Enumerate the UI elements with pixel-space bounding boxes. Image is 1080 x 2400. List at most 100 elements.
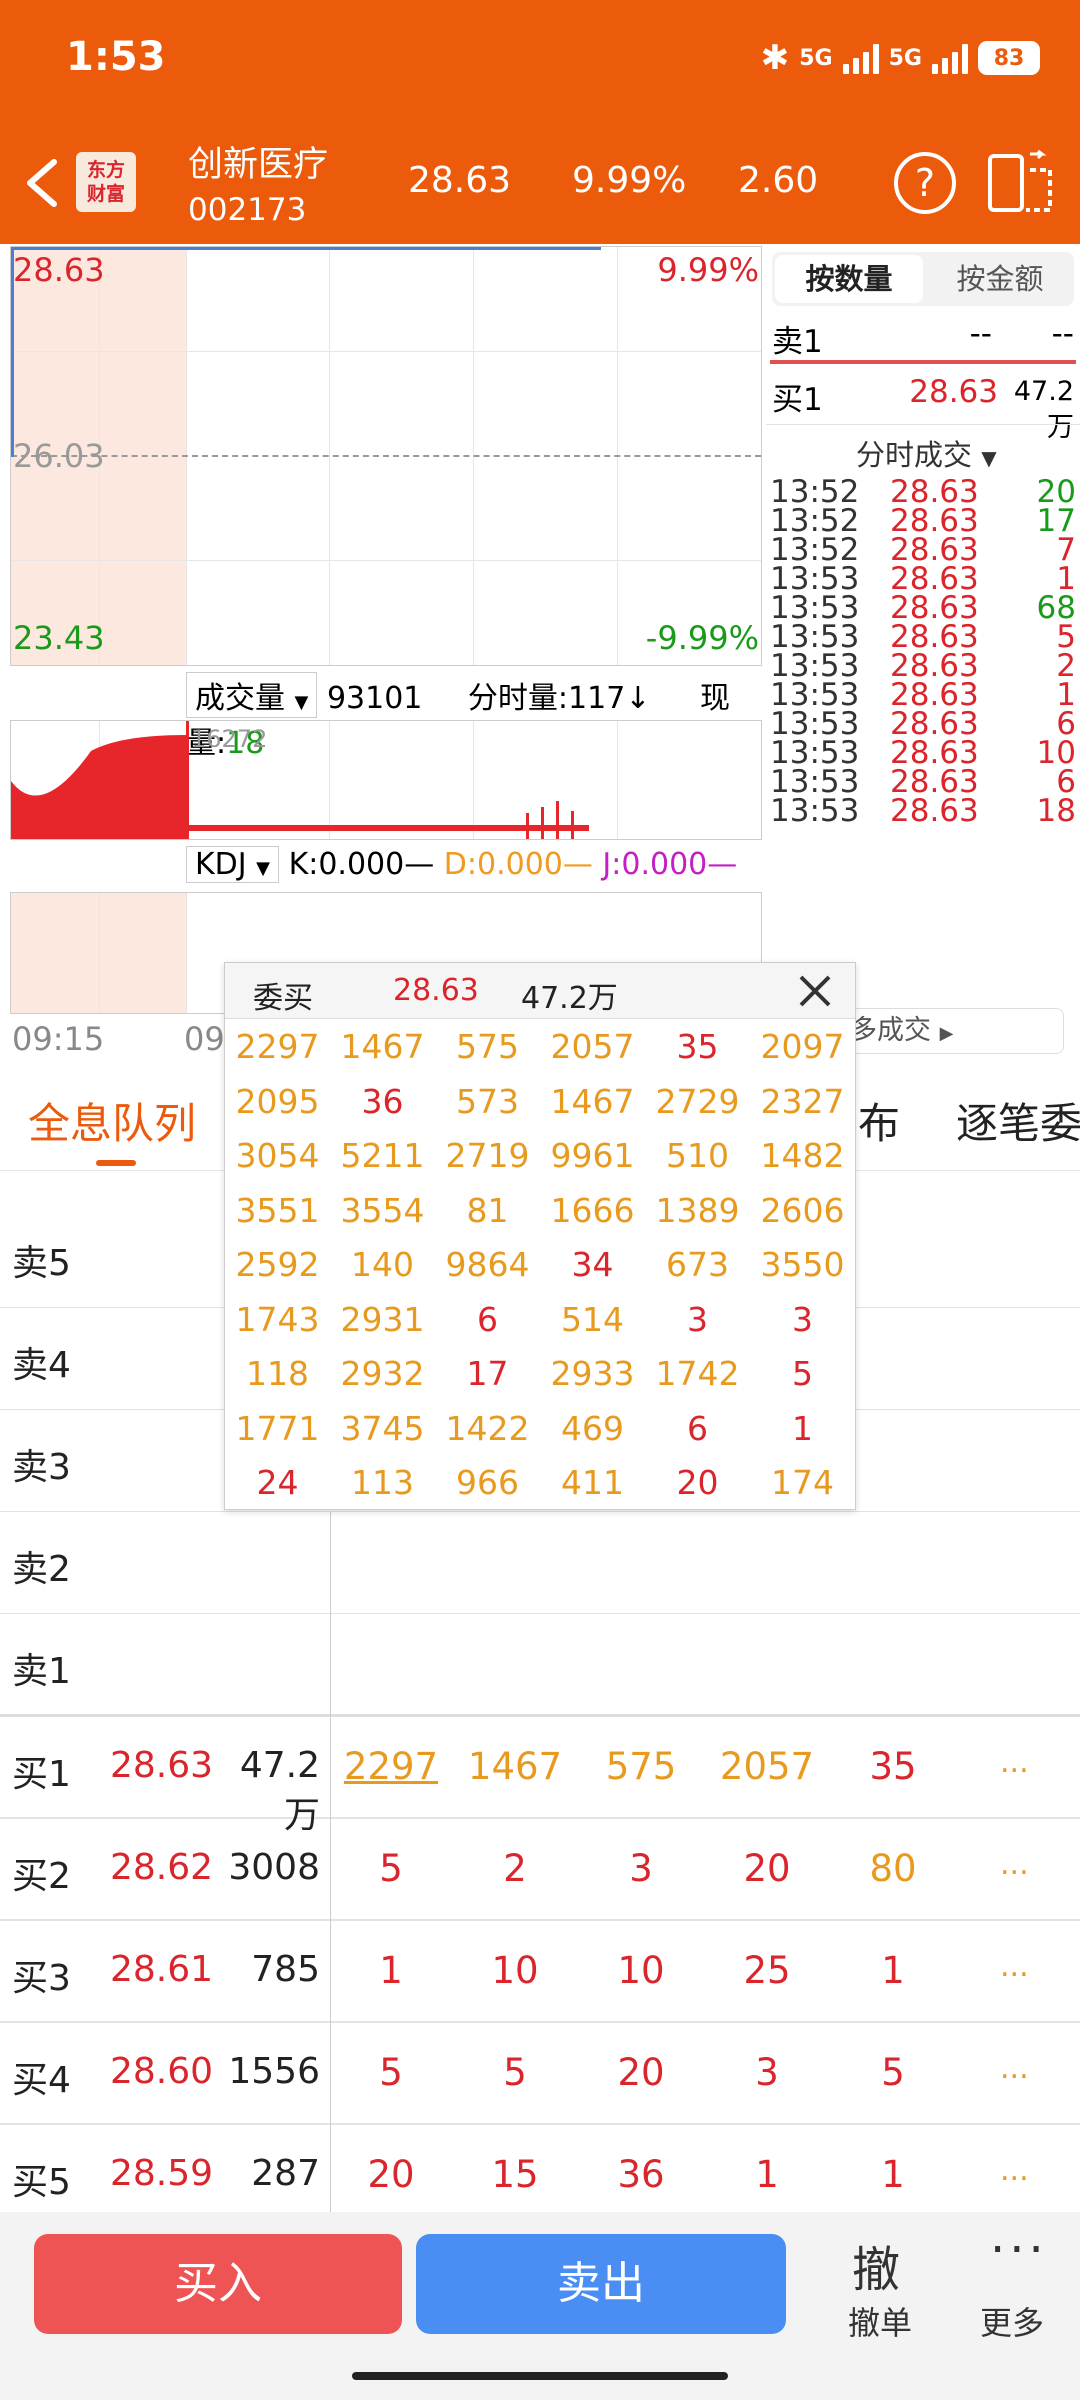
- kdj-k: K:0.000: [288, 847, 405, 882]
- queue-order-volume[interactable]: 10: [586, 1949, 696, 1992]
- buy-button[interactable]: 买入: [34, 2234, 402, 2334]
- close-icon[interactable]: [793, 969, 837, 1013]
- queue-order-volume[interactable]: 5: [336, 1847, 446, 1890]
- popup-queue-cell: 5: [792, 1354, 813, 1393]
- volume-chart[interactable]: 16272: [10, 720, 762, 840]
- queue-more-button[interactable]: ...: [1000, 1745, 1029, 1780]
- sell1-price: --: [969, 316, 992, 352]
- popup-header: 委买 28.63 47.2万: [225, 963, 855, 1019]
- queue-order-volume[interactable]: 1: [336, 1949, 446, 1992]
- network-label-1: 5G: [799, 45, 833, 71]
- volume-selector[interactable]: 成交量 ▼: [186, 672, 318, 718]
- queue-order-volume[interactable]: 5: [838, 2051, 948, 2094]
- cancel-order-label[interactable]: 撤单: [848, 2298, 912, 2344]
- sell1-row: 卖1 -- --: [772, 316, 1074, 361]
- queue-more-button[interactable]: ...: [1000, 2051, 1029, 2086]
- bluetooth-icon: ✱: [760, 38, 790, 78]
- sell-button[interactable]: 卖出: [416, 2234, 786, 2334]
- queue-order-volume[interactable]: 20: [712, 1847, 822, 1890]
- kdj-d: D:0.000: [443, 847, 563, 882]
- header-change-percent: 9.99%: [572, 160, 687, 201]
- order-book-buy-row[interactable]: 买2 28.62 3008 5 2 3 20 80...: [0, 1819, 1080, 1921]
- cancel-order-icon[interactable]: 撤: [852, 2230, 900, 2300]
- buy-queue-popup: 委买 28.63 47.2万 2297 1467 575 2057 35 2097 2095…: [224, 962, 856, 1510]
- queue-order-volume[interactable]: 2057: [712, 1745, 822, 1788]
- popup-queue-cell: 966: [456, 1463, 519, 1502]
- tab-each-order[interactable]: 逐笔委: [956, 1090, 1080, 1151]
- queue-order-volume[interactable]: 35: [838, 1745, 948, 1788]
- min-price-label: 23.43: [13, 619, 105, 657]
- volume-max-label: 16272: [191, 725, 268, 753]
- more-icon[interactable]: ···: [990, 2222, 1048, 2278]
- back-arrow-icon[interactable]: [18, 150, 68, 216]
- popup-queue-cell: 1467: [550, 1081, 635, 1121]
- tab-distribution[interactable]: 布: [858, 1090, 900, 1151]
- queue-order-volume[interactable]: 3: [712, 2051, 822, 2094]
- prev-close-label: 26.03: [13, 437, 105, 475]
- buy-level-price: 28.63: [110, 1745, 214, 1786]
- popup-queue-cell: 174: [771, 1463, 834, 1502]
- queue-order-volume[interactable]: 80: [838, 1847, 948, 1890]
- stock-code: 002173: [188, 192, 307, 228]
- popup-queue-cell: 1743: [235, 1299, 320, 1339]
- tick-time: 13:53: [770, 793, 860, 829]
- popup-queue-cell: 36: [361, 1081, 404, 1121]
- queue-order-volume[interactable]: 1467: [460, 1745, 570, 1788]
- popup-queue-cell: 1771: [235, 1408, 320, 1448]
- popup-queue-cell: 673: [666, 1245, 729, 1284]
- queue-more-button[interactable]: ...: [1000, 1949, 1029, 1984]
- time-axis-start: 09:15: [12, 1020, 105, 1058]
- popup-queue-cell: 469: [561, 1408, 624, 1448]
- tab-quantity[interactable]: 按数量: [775, 255, 923, 303]
- order-book-buy-row[interactable]: 买3 28.61 785 1 10 10 25 1...: [0, 1921, 1080, 2023]
- popup-queue-cell: 24: [256, 1463, 299, 1502]
- queue-order-volume[interactable]: 15: [460, 2153, 570, 2196]
- logo-line2: 财富: [86, 183, 125, 205]
- kdj-j-line: —: [707, 847, 738, 882]
- queue-order-volume[interactable]: 3: [586, 1847, 696, 1890]
- switch-landscape-icon[interactable]: [986, 150, 1058, 216]
- queue-order-volume[interactable]: 20: [336, 2153, 446, 2196]
- queue-order-volume[interactable]: 575: [586, 1745, 696, 1788]
- ticks-title[interactable]: 分时成交 ▼: [856, 432, 997, 474]
- tab-amount[interactable]: 按金额: [926, 252, 1074, 306]
- popup-queue-cell: 2932: [340, 1354, 425, 1393]
- popup-queue-cell: 3554: [340, 1190, 425, 1230]
- popup-queue-cell: 3: [792, 1299, 813, 1339]
- queue-order-volume[interactable]: 5: [336, 2051, 446, 2094]
- queue-order-volume[interactable]: 25: [712, 1949, 822, 1992]
- tab-full-queue[interactable]: 全息队列: [28, 1090, 196, 1151]
- queue-order-volume[interactable]: 20: [586, 2051, 696, 2094]
- popup-queue-cell: 411: [561, 1463, 624, 1502]
- popup-queue-cell: 35: [676, 1027, 719, 1066]
- queue-order-volume[interactable]: 1: [838, 1949, 948, 1992]
- order-book-buy-row[interactable]: 买4 28.60 1556 5 5 20 3 5...: [0, 2023, 1080, 2125]
- order-book-buy-row[interactable]: 买1 28.63 47.2万 2297 1467 575 2057 35...: [0, 1717, 1080, 1836]
- buy-level-price: 28.61: [110, 1949, 214, 1990]
- kdj-k-line: —: [404, 847, 435, 882]
- more-label[interactable]: 更多: [980, 2298, 1044, 2344]
- buy-level-volume: 785: [251, 1949, 320, 1990]
- price-chart[interactable]: 28.63 9.99% 26.03 23.43 -9.99%: [10, 246, 762, 666]
- queue-order-volume[interactable]: 1: [712, 2153, 822, 2196]
- order-book-sell-row[interactable]: 卖2: [0, 1512, 1080, 1614]
- min-pct-label: -9.99%: [645, 619, 759, 657]
- indicator-selector[interactable]: KDJ ▼: [186, 846, 280, 883]
- queue-order-volume[interactable]: 2297: [336, 1745, 446, 1788]
- popup-queue-cell: 113: [351, 1463, 414, 1502]
- queue-more-button[interactable]: ...: [1000, 1847, 1029, 1882]
- order-book-sell-row[interactable]: 卖1: [0, 1614, 1080, 1716]
- popup-queue-cell: 2933: [550, 1354, 635, 1393]
- help-icon[interactable]: ?: [894, 152, 956, 214]
- app-root: 1:53 ✱ 5G 5G 83 东方 财富 创新医疗 002173 28.63 9…: [0, 0, 1080, 2400]
- sell-level-label: 卖4: [12, 1345, 71, 1386]
- queue-order-volume[interactable]: 10: [460, 1949, 570, 1992]
- queue-order-volume[interactable]: 5: [460, 2051, 570, 2094]
- popup-queue-cell: 510: [666, 1136, 729, 1175]
- queue-more-button[interactable]: ...: [1000, 2153, 1029, 2188]
- queue-order-volume[interactable]: 2: [460, 1847, 570, 1890]
- queue-order-volume[interactable]: 1: [838, 2153, 948, 2196]
- queue-order-volume[interactable]: 36: [586, 2153, 696, 2196]
- home-indicator[interactable]: [352, 2372, 728, 2380]
- header-change: 2.60: [738, 160, 819, 201]
